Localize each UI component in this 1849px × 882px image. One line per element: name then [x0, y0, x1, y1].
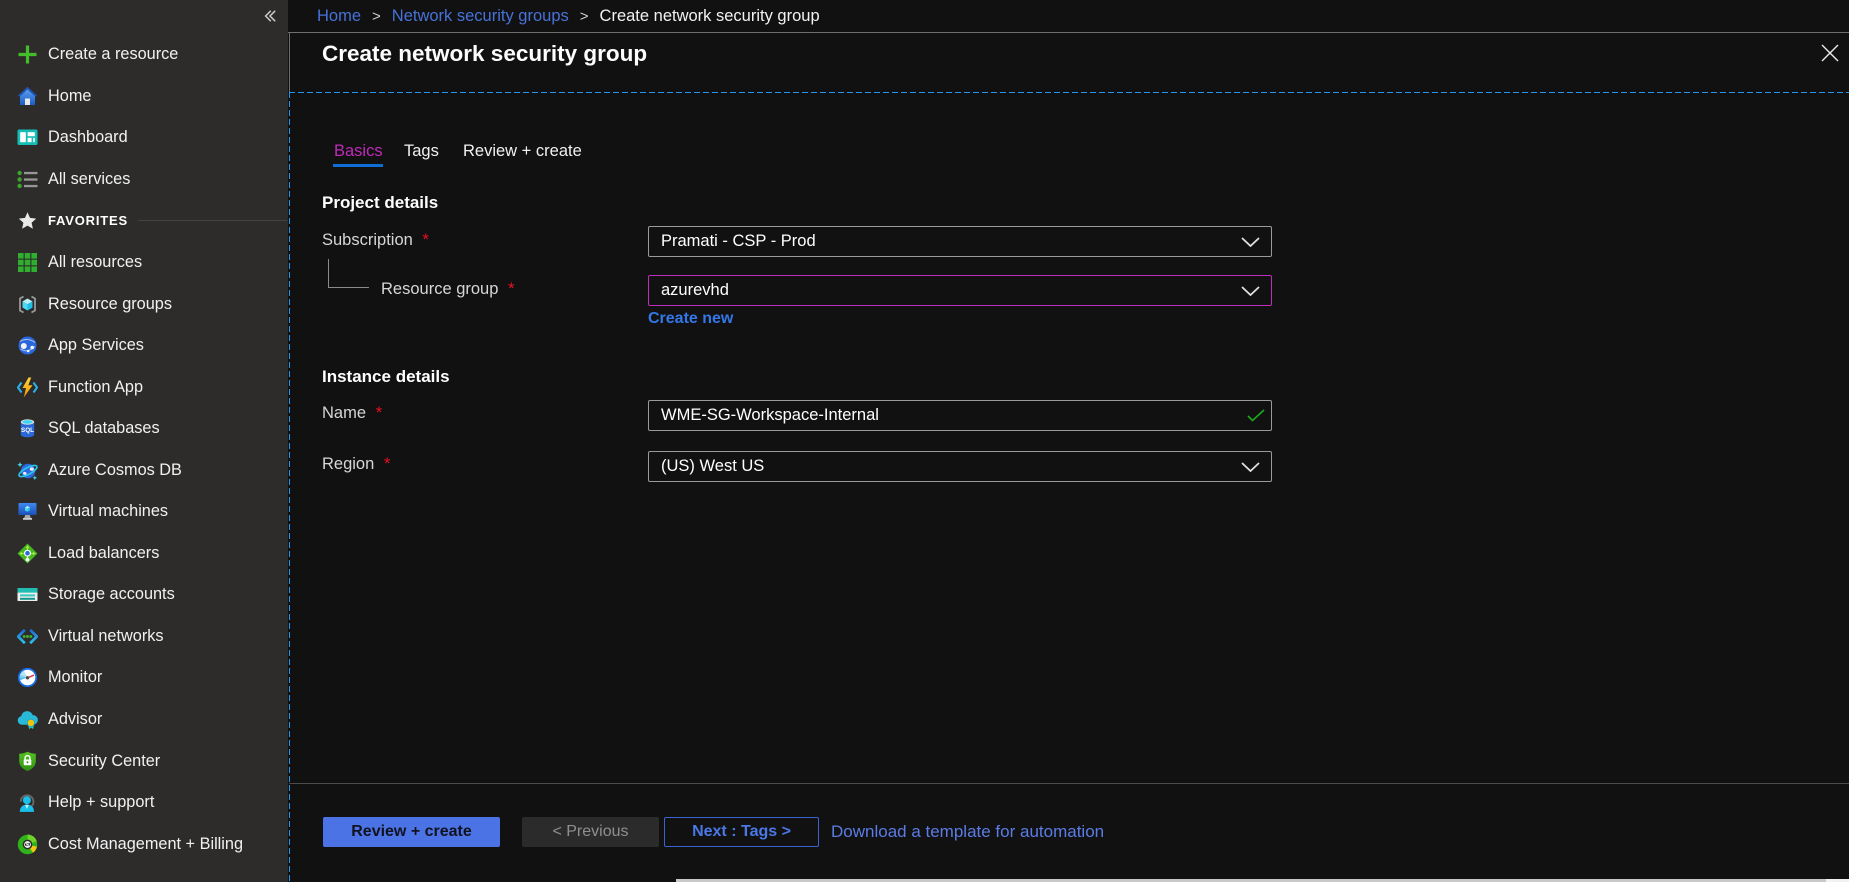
svg-text:$: $ [26, 842, 30, 849]
svg-text:SQL: SQL [21, 427, 34, 434]
